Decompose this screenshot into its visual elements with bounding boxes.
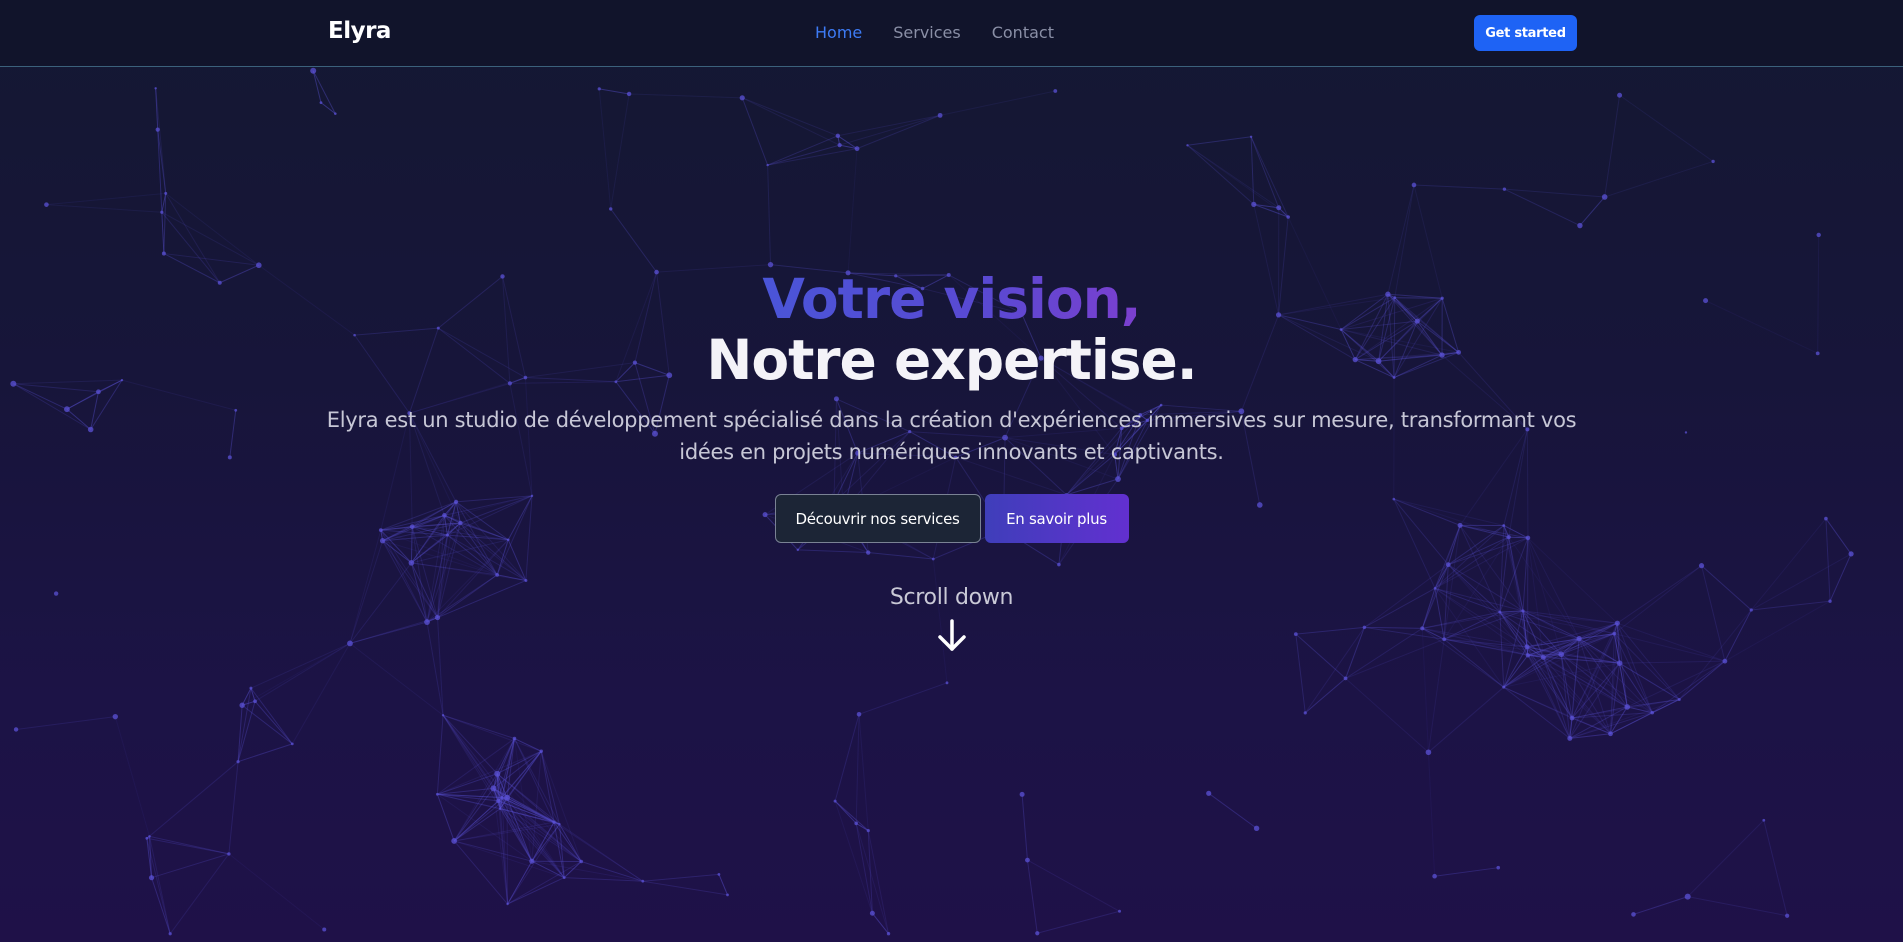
brand-logo[interactable]: Elyra	[328, 18, 391, 44]
scroll-down[interactable]: Scroll down	[0, 585, 1903, 654]
navbar: Elyra Home Services Contact Get started	[0, 0, 1903, 67]
nav-links: Home Services Contact	[815, 23, 1054, 42]
nav-link-home[interactable]: Home	[815, 23, 862, 42]
nav-link-services[interactable]: Services	[893, 23, 960, 42]
hero-section: Votre vision, Notre expertise. Elyra est…	[0, 268, 1903, 543]
hero-title-line-2: Notre expertise.	[706, 328, 1197, 392]
hero-title: Votre vision, Notre expertise.	[0, 268, 1903, 390]
get-started-button[interactable]: Get started	[1474, 15, 1577, 51]
hero-buttons: Découvrir nos services En savoir plus	[0, 494, 1903, 543]
hero-description: Elyra est un studio de développement spé…	[326, 408, 1577, 464]
learn-more-button[interactable]: En savoir plus	[984, 494, 1129, 543]
scroll-down-label: Scroll down	[889, 585, 1014, 610]
nav-link-contact[interactable]: Contact	[992, 23, 1054, 42]
discover-services-button[interactable]: Découvrir nos services	[774, 494, 981, 543]
arrow-down-icon	[937, 619, 966, 651]
page: Elyra Home Services Contact Get started …	[0, 0, 1903, 942]
hero-title-line-1: Votre vision,	[762, 267, 1141, 331]
